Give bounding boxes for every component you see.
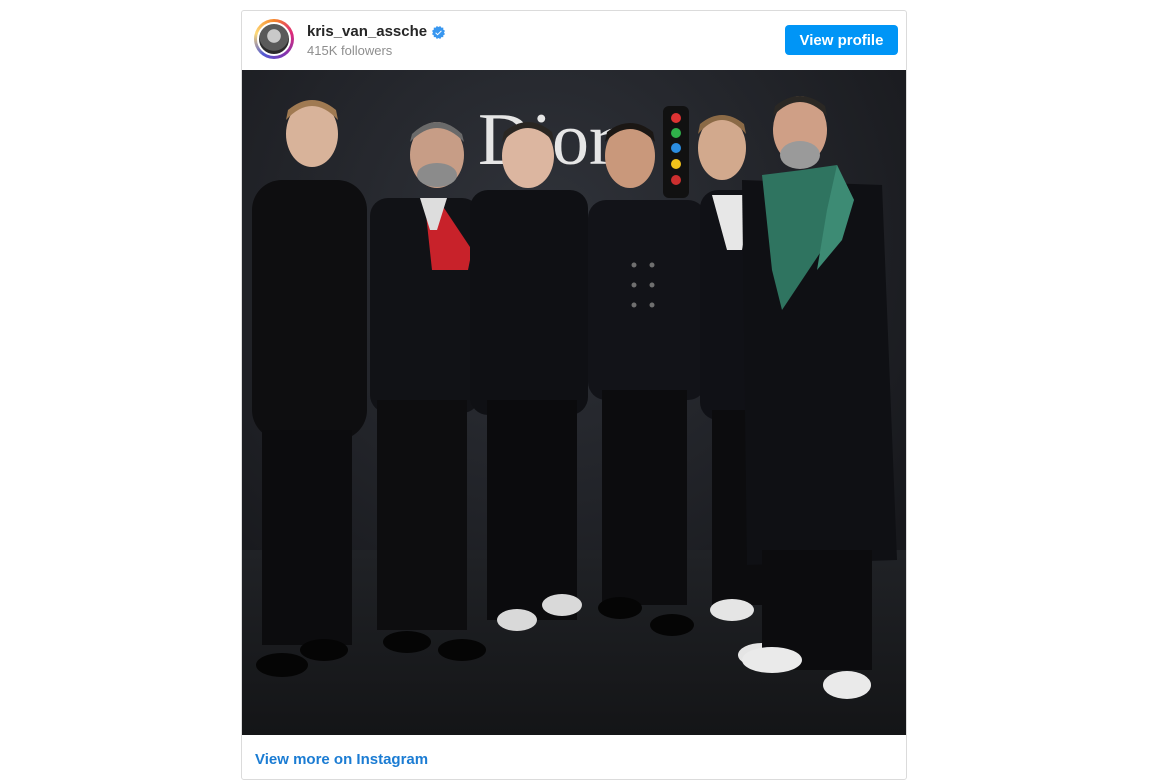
person-3 [470, 122, 588, 631]
verified-badge-icon [432, 26, 445, 39]
post-header: kris_van_assche 415K followers View prof… [242, 11, 906, 69]
followers-count: 415K followers [307, 43, 393, 58]
avatar-ring[interactable] [254, 19, 294, 59]
avatar[interactable] [257, 22, 291, 56]
traffic-light-prop [663, 106, 689, 198]
username-link[interactable]: kris_van_assche [307, 23, 427, 40]
view-profile-button[interactable]: View profile [785, 25, 898, 55]
person-1 [252, 100, 367, 677]
view-more-on-instagram-link[interactable]: View more on Instagram [255, 751, 428, 768]
photo-illustration: Dior [242, 70, 906, 735]
instagram-embed-card: kris_van_assche 415K followers View prof… [241, 10, 907, 780]
post-photo[interactable]: Dior [242, 70, 906, 735]
